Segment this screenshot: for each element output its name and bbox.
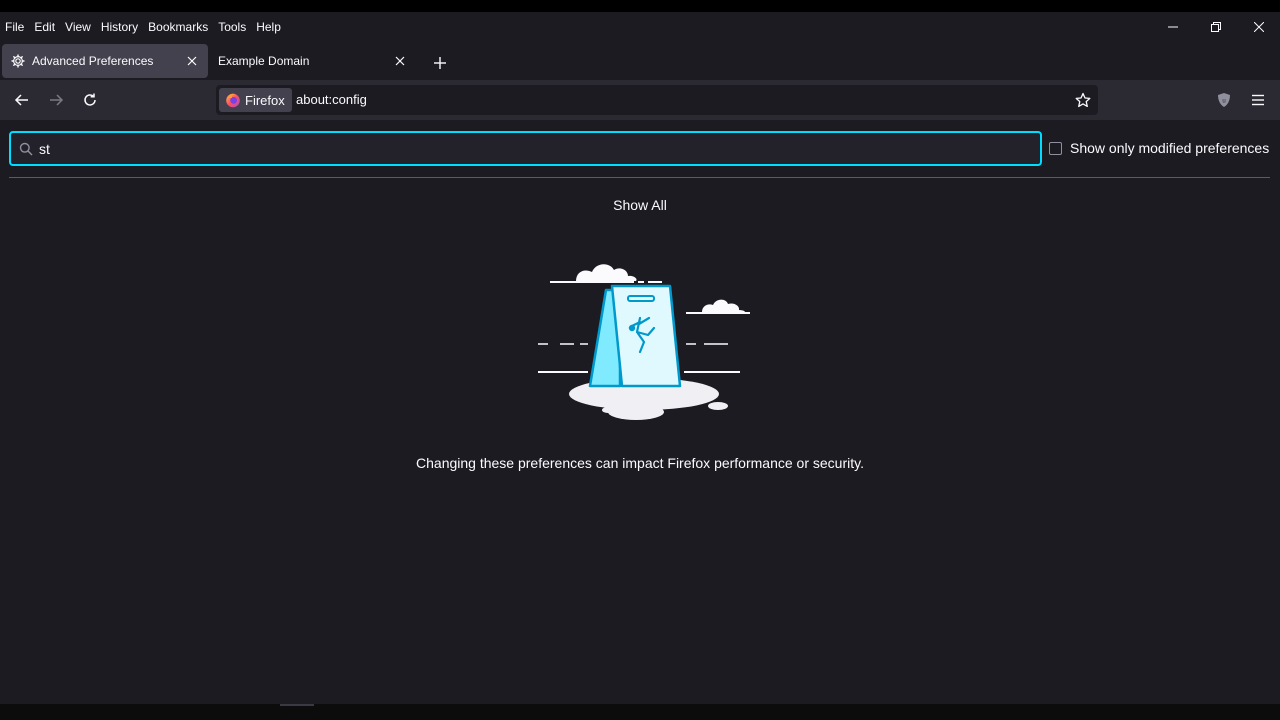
identity-box[interactable]: Firefox	[219, 88, 292, 112]
forward-button[interactable]	[42, 86, 70, 114]
tab-example-domain[interactable]: Example Domain	[210, 44, 416, 78]
menu-history[interactable]: History	[101, 17, 138, 37]
warning-message: Changing these preferences can impact Fi…	[416, 455, 864, 471]
reload-icon	[84, 93, 96, 106]
svg-text:u: u	[1222, 99, 1225, 105]
about-config-page: Show only modified preferences Show All	[0, 120, 1280, 704]
tab-label: Example Domain	[218, 54, 310, 68]
firefox-logo-icon	[226, 93, 240, 108]
tab-close-button[interactable]	[184, 53, 200, 69]
url-text[interactable]: about:config	[296, 92, 367, 107]
minimize-icon	[1167, 26, 1178, 28]
menu-bar: File Edit View History Bookmarks Tools H…	[0, 12, 291, 42]
window-controls	[1151, 12, 1280, 42]
identity-label: Firefox	[245, 92, 285, 108]
close-icon	[395, 56, 405, 66]
ublock-extension-button[interactable]: u	[1214, 90, 1234, 110]
tab-label: Advanced Preferences	[32, 54, 154, 68]
tab-close-button[interactable]	[392, 53, 408, 69]
menu-help[interactable]: Help	[256, 17, 281, 37]
title-bar: File Edit View History Bookmarks Tools H…	[0, 12, 1280, 42]
app-menu-button[interactable]	[1248, 90, 1268, 110]
scroll-indicator	[280, 704, 314, 706]
divider	[9, 177, 1270, 178]
shield-icon: u	[1218, 93, 1230, 107]
search-box[interactable]	[9, 131, 1042, 166]
menu-tools[interactable]: Tools	[218, 17, 246, 37]
new-tab-button[interactable]	[428, 51, 452, 75]
close-icon	[1253, 22, 1264, 32]
show-modified-toggle[interactable]: Show only modified preferences	[1049, 140, 1269, 156]
restore-button[interactable]	[1194, 12, 1237, 42]
bookmark-star-button[interactable]	[1073, 90, 1093, 110]
arrow-right-icon	[50, 94, 64, 106]
reload-button[interactable]	[76, 86, 104, 114]
search-input[interactable]	[39, 137, 1019, 161]
tab-advanced-preferences[interactable]: Advanced Preferences	[2, 44, 208, 78]
url-bar[interactable]: Firefox about:config	[216, 85, 1098, 115]
wet-floor-illustration	[538, 264, 750, 420]
gear-icon	[10, 53, 26, 69]
navigation-toolbar: Firefox about:config u	[0, 80, 1280, 120]
taskbar-edge	[0, 704, 1280, 720]
arrow-left-icon	[14, 94, 28, 106]
show-modified-checkbox[interactable]	[1049, 141, 1062, 155]
plus-icon	[434, 57, 446, 69]
menu-view[interactable]: View	[65, 17, 91, 37]
minimize-button[interactable]	[1151, 12, 1194, 42]
hamburger-menu-icon	[1252, 94, 1264, 106]
search-icon	[19, 142, 33, 156]
close-window-button[interactable]	[1237, 12, 1280, 42]
screen-top-edge	[0, 0, 1280, 12]
menu-file[interactable]: File	[5, 17, 24, 37]
menu-edit[interactable]: Edit	[34, 17, 55, 37]
show-modified-label[interactable]: Show only modified preferences	[1070, 140, 1269, 156]
menu-bookmarks[interactable]: Bookmarks	[148, 17, 208, 37]
close-icon	[187, 56, 197, 66]
star-icon	[1075, 92, 1091, 108]
restore-icon	[1210, 22, 1221, 32]
tab-strip: Advanced Preferences Example Domain	[0, 42, 1280, 80]
back-button[interactable]	[8, 86, 36, 114]
show-all-button[interactable]: Show All	[590, 197, 690, 213]
